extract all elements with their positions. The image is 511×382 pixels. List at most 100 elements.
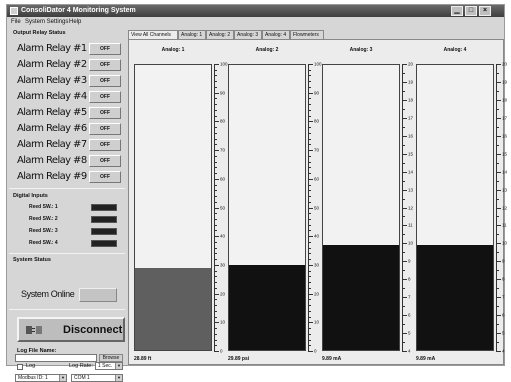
level-gauge: [228, 64, 306, 351]
tab-flowmeters[interactable]: Flowmeters: [290, 30, 324, 39]
minor-tick: [496, 198, 499, 200]
disconnect-button-label: Disconnect: [63, 324, 123, 336]
minor-tick: [214, 98, 217, 100]
major-tick: [402, 297, 407, 299]
tick-label: 16: [408, 133, 414, 139]
major-tick: [308, 121, 313, 123]
tick-label: 20: [408, 61, 414, 67]
minor-tick: [214, 155, 217, 157]
minor-tick: [308, 270, 311, 272]
browse-button[interactable]: Browse: [99, 354, 123, 362]
chevron-down-icon[interactable]: ▼: [115, 363, 122, 369]
minor-tick: [308, 75, 311, 77]
minor-tick: [214, 305, 217, 307]
minor-tick: [308, 81, 311, 83]
tick-label: 80: [314, 118, 320, 124]
minor-tick: [308, 276, 311, 278]
minor-tick: [308, 144, 311, 146]
close-icon[interactable]: ×: [479, 6, 491, 16]
level-fill: [323, 245, 399, 350]
digital-input-indicator: [91, 216, 117, 223]
maximize-icon[interactable]: □: [465, 6, 477, 16]
minor-tick: [214, 213, 217, 215]
major-tick: [214, 236, 219, 238]
minor-tick: [496, 342, 499, 344]
relay-row: Alarm Relay #4 OFF: [17, 90, 121, 104]
tab-view-all-channels[interactable]: View All Channels: [128, 30, 178, 39]
relay-label: Alarm Relay #9: [17, 171, 87, 182]
minor-tick: [214, 253, 217, 255]
application-window: ConsoliDator 4 Monitoring System ▁ □ × F…: [6, 4, 508, 382]
minor-tick: [214, 328, 217, 330]
minor-tick: [402, 108, 405, 110]
relay-toggle-button[interactable]: OFF: [89, 107, 121, 119]
relay-toggle-button[interactable]: OFF: [89, 171, 121, 183]
minor-tick: [402, 288, 405, 290]
tab-analog-1[interactable]: Analog: 1: [178, 30, 206, 39]
relay-toggle-button[interactable]: OFF: [89, 59, 121, 71]
relay-toggle-button[interactable]: OFF: [89, 123, 121, 135]
tick-label: 12: [502, 205, 508, 210]
tab-analog-3[interactable]: Analog: 3: [234, 30, 262, 39]
com-port-select[interactable]: COM 1 ▼: [71, 374, 123, 382]
minor-tick: [402, 306, 405, 308]
plug-icon: [26, 326, 42, 334]
relay-toggle-button[interactable]: OFF: [89, 139, 121, 151]
major-tick: [214, 121, 219, 123]
minor-tick: [402, 72, 405, 74]
relay-toggle-button[interactable]: OFF: [89, 75, 121, 87]
tab-analog-4[interactable]: Analog: 4: [262, 30, 290, 39]
relay-toggle-button[interactable]: OFF: [89, 91, 121, 103]
log-checkbox[interactable]: [17, 364, 23, 370]
major-tick: [496, 333, 501, 335]
modbus-id-select[interactable]: Modbus ID: 1 ▼: [15, 374, 67, 382]
title-bar[interactable]: ConsoliDator 4 Monitoring System ▁ □ ×: [7, 5, 504, 17]
minor-tick: [308, 213, 311, 215]
disconnect-button[interactable]: Disconnect: [17, 317, 125, 342]
menu-help[interactable]: Help: [69, 17, 81, 27]
relay-toggle-button[interactable]: OFF: [89, 43, 121, 55]
level-fill: [135, 267, 211, 350]
menu-file[interactable]: File: [11, 17, 21, 27]
log-rate-select[interactable]: 1 Sec. ▼: [95, 362, 123, 370]
minor-tick: [308, 98, 311, 100]
major-tick: [402, 189, 407, 191]
relay-label: Alarm Relay #1: [17, 43, 87, 54]
major-tick: [496, 261, 501, 263]
tab-analog-2[interactable]: Analog: 2: [206, 30, 234, 39]
tick-label: 40: [314, 233, 320, 239]
app-icon: [10, 7, 18, 15]
relay-toggle-button[interactable]: OFF: [89, 155, 121, 167]
minor-tick: [402, 216, 405, 218]
relay-row: Alarm Relay #6 OFF: [17, 122, 121, 136]
minor-tick: [308, 345, 311, 347]
log-file-name-input[interactable]: [15, 354, 97, 362]
chevron-down-icon[interactable]: ▼: [59, 375, 66, 381]
menu-system-settings[interactable]: System Settings: [25, 17, 68, 27]
tick-label: 6: [408, 312, 411, 318]
minor-tick: [308, 224, 311, 226]
major-tick: [496, 153, 501, 155]
digital-input-row: Reed SW.: 1: [29, 203, 119, 212]
minimize-icon[interactable]: ▁: [451, 6, 463, 16]
minor-tick: [402, 270, 405, 272]
minor-tick: [308, 310, 311, 312]
tick-label: 5: [502, 330, 505, 336]
minor-tick: [308, 230, 311, 232]
tick-label: 8: [502, 276, 505, 282]
minor-tick: [308, 259, 311, 261]
minor-tick: [496, 72, 499, 74]
tick-label: 11: [408, 222, 413, 228]
tick-label: 19: [502, 79, 508, 85]
major-tick: [308, 322, 313, 324]
minor-tick: [214, 224, 217, 226]
tick-label: 50: [314, 205, 320, 210]
left-panel: Output Relay Status Alarm Relay #1 OFF A…: [9, 27, 125, 382]
chevron-down-icon[interactable]: ▼: [115, 375, 122, 381]
minor-tick: [214, 86, 217, 88]
tick-label: 9: [502, 258, 505, 264]
relay-row: Alarm Relay #3 OFF: [17, 74, 121, 88]
minor-tick: [214, 282, 217, 284]
minor-tick: [214, 196, 217, 198]
minor-tick: [214, 299, 217, 301]
